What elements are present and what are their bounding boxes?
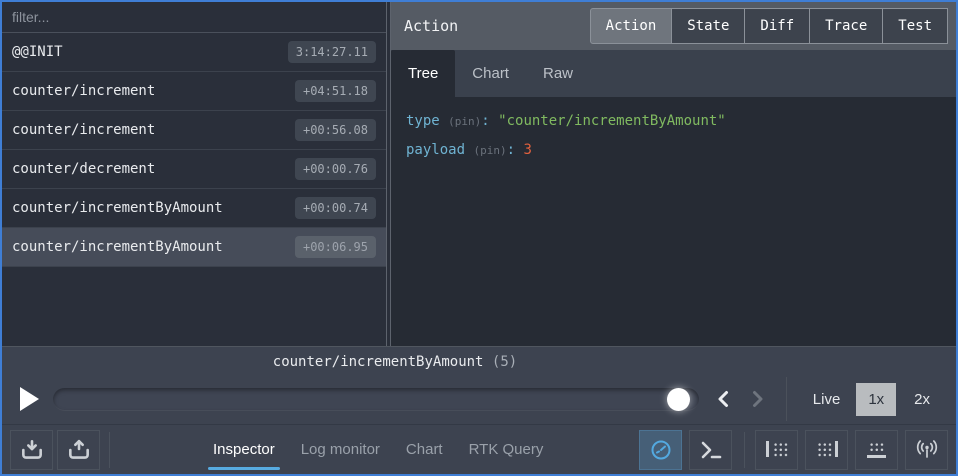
download-tray-icon: [19, 437, 45, 463]
toolbar-divider: [744, 432, 745, 468]
tree-key: payload: [406, 142, 465, 158]
preview-header: Action ActionStateDiffTraceTest: [391, 2, 956, 50]
action-timestamp-badge: +04:51.18: [295, 80, 376, 102]
playback-controls: Live 1x2x: [2, 377, 956, 421]
dispatcher-button[interactable]: [689, 430, 732, 470]
step-forward-button[interactable]: [744, 386, 770, 412]
record-timer-button[interactable]: [639, 430, 682, 470]
preview-tab[interactable]: Diff: [744, 8, 810, 44]
dock-bottom-icon: [867, 441, 886, 458]
action-timestamp-badge: +00:56.08: [295, 119, 376, 141]
toolbar-divider: [109, 432, 110, 468]
action-preview-panel: Action ActionStateDiffTraceTest TreeChar…: [391, 2, 956, 346]
dock-left-button[interactable]: [755, 430, 798, 470]
tree-pin-label[interactable]: (pin): [448, 115, 481, 128]
tree-row[interactable]: type (pin): "counter/incrementByAmount": [406, 107, 956, 136]
live-button[interactable]: Live: [803, 383, 851, 416]
controls-divider: [786, 377, 787, 421]
seek-slider[interactable]: [53, 388, 699, 411]
preview-tab[interactable]: Trace: [809, 8, 883, 44]
monitor-tab[interactable]: Chart: [406, 425, 443, 474]
step-back-button[interactable]: [711, 386, 737, 412]
filter-input[interactable]: [12, 9, 376, 25]
monitor-tabs: Inspector Log monitor Chart RTK Query: [213, 425, 543, 474]
preview-subtab[interactable]: Tree: [391, 50, 455, 97]
speed-button[interactable]: 2x: [902, 383, 942, 416]
action-list-item[interactable]: counter/decrement +00:00.76: [2, 150, 386, 189]
action-list-item[interactable]: counter/increment +04:51.18: [2, 72, 386, 111]
preview-tab[interactable]: Test: [882, 8, 948, 44]
tree-value: 3: [523, 142, 531, 158]
preview-subtab[interactable]: Chart: [455, 50, 526, 97]
monitor-tab[interactable]: RTK Query: [469, 425, 544, 474]
upload-tray-icon: [66, 437, 92, 463]
current-action-label: counter/incrementByAmount (5): [2, 354, 788, 370]
current-action-name: counter/incrementByAmount: [273, 354, 484, 370]
redux-devtools-window: @@INIT 3:14:27.11 counter/increment +04:…: [0, 0, 958, 476]
stopwatch-icon: [649, 438, 673, 462]
action-timestamp-badge: 3:14:27.11: [288, 41, 376, 63]
tree-colon: :: [481, 113, 489, 129]
preview-tab-group: ActionStateDiffTraceTest: [590, 8, 948, 44]
speed-button[interactable]: 1x: [856, 383, 896, 416]
action-list-item[interactable]: counter/increment +00:56.08: [2, 111, 386, 150]
action-timestamp-badge: +00:00.76: [295, 158, 376, 180]
action-list-item[interactable]: counter/incrementByAmount +00:06.95: [2, 228, 386, 267]
tree-key: type: [406, 113, 440, 129]
terminal-icon: [699, 438, 723, 462]
preview-tab[interactable]: State: [671, 8, 745, 44]
bottom-toolbar: Inspector Log monitor Chart RTK Query: [2, 424, 956, 474]
import-button[interactable]: [57, 430, 100, 470]
dock-left-icon: [766, 441, 788, 458]
toolbar-right-icons: [639, 430, 948, 470]
monitor-tab[interactable]: Log monitor: [301, 425, 380, 474]
chevron-right-icon: [747, 389, 767, 409]
play-button[interactable]: [20, 387, 39, 411]
action-name: counter/increment: [12, 83, 155, 99]
tree-pin-label[interactable]: (pin): [473, 144, 506, 157]
slider-thumb[interactable]: [667, 388, 690, 411]
preview-subtab-bar: TreeChartRaw: [391, 50, 956, 97]
action-name: @@INIT: [12, 44, 63, 60]
filter-row: [2, 2, 386, 33]
action-timestamp-badge: +00:06.95: [295, 236, 376, 258]
action-list-item[interactable]: counter/incrementByAmount +00:00.74: [2, 189, 386, 228]
action-list-item[interactable]: @@INIT 3:14:27.11: [2, 33, 386, 72]
dock-right-button[interactable]: [805, 430, 848, 470]
tree-value: "counter/incrementByAmount": [498, 113, 726, 129]
action-name: counter/incrementByAmount: [12, 200, 223, 216]
playback-section: counter/incrementByAmount (5) Live 1x2x: [2, 346, 956, 424]
action-name: counter/incrementByAmount: [12, 239, 223, 255]
current-action-index: (5): [492, 354, 517, 370]
export-button[interactable]: [10, 430, 53, 470]
action-name: counter/increment: [12, 122, 155, 138]
dock-right-icon: [816, 441, 838, 458]
tree-row[interactable]: payload (pin): 3: [406, 136, 956, 165]
preview-subtab[interactable]: Raw: [526, 50, 590, 97]
main-area: @@INIT 3:14:27.11 counter/increment +04:…: [2, 2, 956, 346]
preview-tab[interactable]: Action: [590, 8, 673, 44]
remote-button[interactable]: [905, 430, 948, 470]
monitor-tab[interactable]: Inspector: [213, 425, 275, 474]
tree-colon: :: [507, 142, 515, 158]
dock-bottom-button[interactable]: [855, 430, 898, 470]
action-list-panel: @@INIT 3:14:27.11 counter/increment +04:…: [2, 2, 386, 346]
action-tree-content: type (pin): "counter/incrementByAmount" …: [391, 97, 956, 346]
broadcast-icon: [913, 438, 941, 462]
preview-title: Action: [404, 17, 458, 35]
chevron-left-icon: [714, 389, 734, 409]
action-timestamp-badge: +00:00.74: [295, 197, 376, 219]
action-name: counter/decrement: [12, 161, 155, 177]
